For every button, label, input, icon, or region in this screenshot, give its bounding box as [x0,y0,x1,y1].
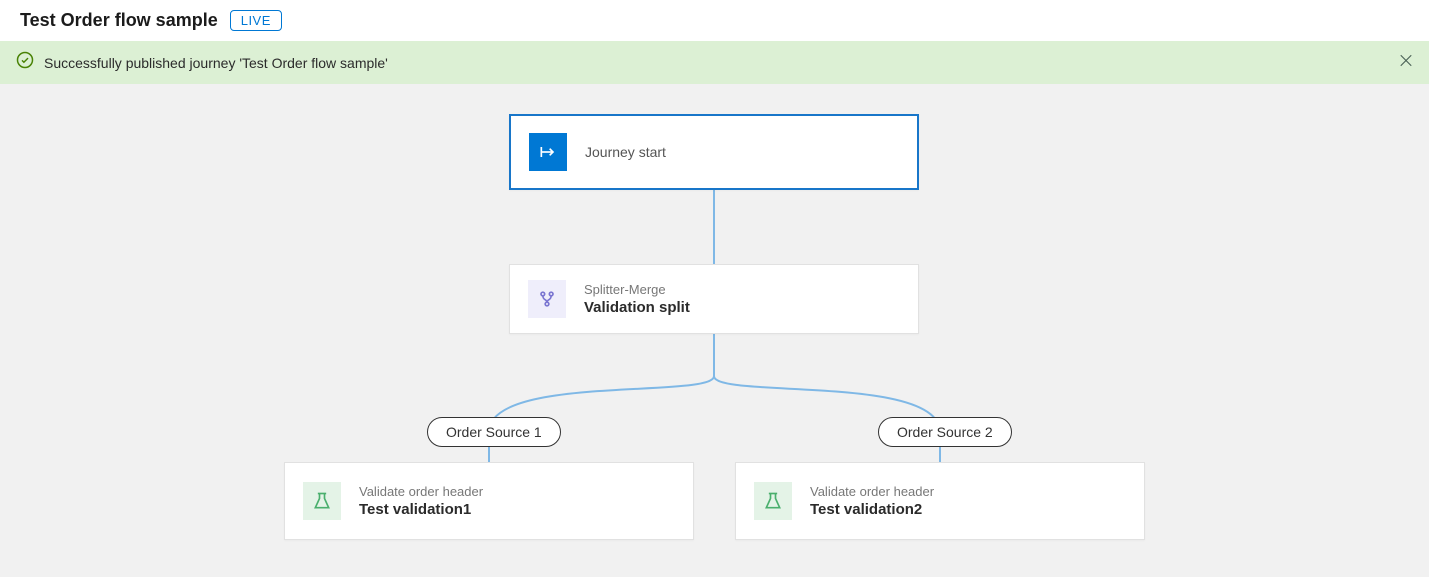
node-test-validation2[interactable]: Validate order header Test validation2 [735,462,1145,540]
node-leaf1-name: Test validation1 [359,501,483,518]
node-leaf2-type: Validate order header [810,484,934,499]
node-start-label: Journey start [585,144,666,160]
notification-message: Successfully published journey 'Test Ord… [44,55,388,71]
journey-canvas[interactable]: Journey start Splitter-Merge Validation … [0,84,1429,573]
beaker-icon [754,482,792,520]
node-leaf2-name: Test validation2 [810,501,934,518]
page-title: Test Order flow sample [20,10,218,31]
node-validation-split[interactable]: Splitter-Merge Validation split [509,264,919,334]
node-split-type: Splitter-Merge [584,282,690,297]
branch-pill-2[interactable]: Order Source 2 [878,417,1012,447]
close-icon[interactable] [1397,51,1415,74]
split-icon [528,280,566,318]
node-split-name: Validation split [584,299,690,316]
start-arrow-icon [529,133,567,171]
status-badge: LIVE [230,10,282,31]
notification-bar: Successfully published journey 'Test Ord… [0,41,1429,84]
node-journey-start[interactable]: Journey start [509,114,919,190]
page-header: Test Order flow sample LIVE [0,0,1429,41]
node-test-validation1[interactable]: Validate order header Test validation1 [284,462,694,540]
check-circle-icon [16,51,34,74]
node-leaf1-type: Validate order header [359,484,483,499]
beaker-icon [303,482,341,520]
branch-pill-1[interactable]: Order Source 1 [427,417,561,447]
